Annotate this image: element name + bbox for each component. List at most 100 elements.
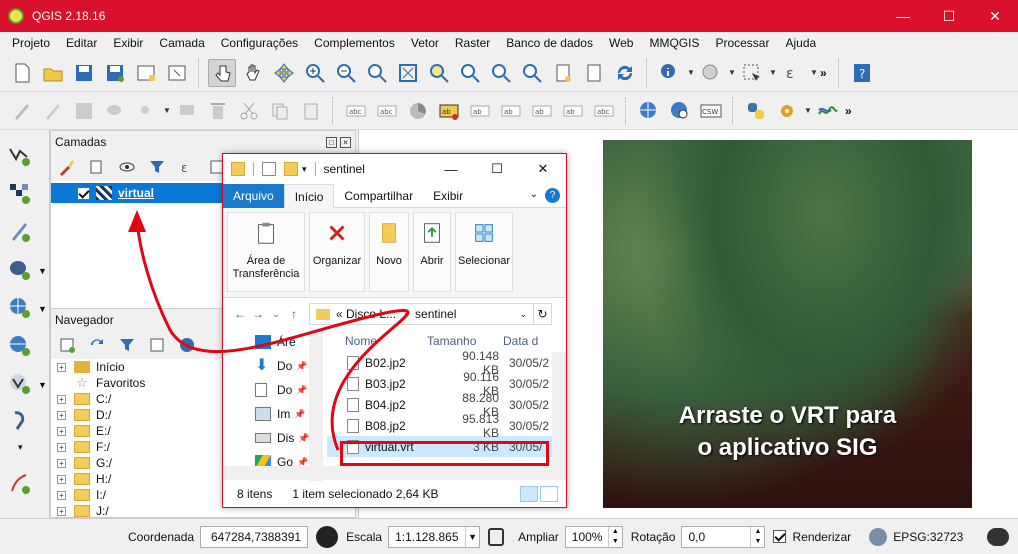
- touch-pan-icon[interactable]: [208, 58, 236, 87]
- refresh-icon[interactable]: ↻: [534, 303, 552, 325]
- save-edits-icon[interactable]: [70, 97, 98, 125]
- crs-status[interactable]: EPSG:32723: [893, 530, 963, 544]
- ribbon-clipboard-button[interactable]: Área de Transferência: [227, 212, 305, 292]
- new-print-composer-icon[interactable]: [132, 59, 160, 87]
- expand-icon[interactable]: +: [57, 506, 66, 516]
- python-icon[interactable]: [742, 97, 770, 125]
- save-as-icon[interactable]: [101, 59, 129, 87]
- show-bookmarks-icon[interactable]: [580, 59, 608, 87]
- add-wms-layer-icon[interactable]: [6, 294, 32, 320]
- chevron-down-icon[interactable]: ▼: [810, 68, 820, 77]
- column-date[interactable]: Data d: [503, 334, 563, 348]
- large-icons-view-icon[interactable]: [540, 486, 558, 502]
- tab-compartilhar[interactable]: Compartilhar: [334, 184, 423, 208]
- menu-configuracoes[interactable]: Configurações: [213, 36, 306, 50]
- column-name[interactable]: Nome: [327, 334, 427, 348]
- add-virtual-layer-icon[interactable]: [6, 370, 32, 396]
- chevron-down-icon[interactable]: ▼: [38, 380, 47, 390]
- wcs-globe-icon[interactable]: [666, 97, 694, 125]
- menu-projeto[interactable]: Projeto: [4, 36, 58, 50]
- new-folder-icon[interactable]: [284, 162, 298, 176]
- zoom-to-selection-icon[interactable]: [425, 59, 453, 87]
- add-raster-layer-icon[interactable]: [6, 180, 32, 206]
- breadcrumb-disk[interactable]: « Disco L...: [336, 307, 396, 321]
- ribbon-collapse-icon[interactable]: ⌄: [530, 189, 538, 200]
- back-arrow-icon[interactable]: ←: [231, 307, 249, 321]
- address-dropdown-icon[interactable]: ⌄: [519, 309, 527, 320]
- zoom-full-icon[interactable]: [394, 59, 422, 87]
- nav-scrollbar[interactable]: [309, 330, 323, 482]
- minimize-button[interactable]: —: [880, 0, 926, 32]
- pan-to-selection-icon[interactable]: [270, 59, 298, 87]
- toggle-editing-icon[interactable]: [39, 97, 67, 125]
- new-bookmark-icon[interactable]: [549, 59, 577, 87]
- help-icon[interactable]: ?: [848, 59, 876, 87]
- maximize-button[interactable]: ☐: [926, 0, 972, 32]
- details-view-icon[interactable]: [520, 486, 538, 502]
- add-vector-layer-icon[interactable]: [6, 142, 32, 168]
- menu-editar[interactable]: Editar: [58, 36, 105, 50]
- add-feature-icon[interactable]: [101, 97, 129, 125]
- chevron-down-icon[interactable]: ▼: [38, 266, 47, 276]
- select-features-icon[interactable]: [738, 59, 766, 87]
- collapse-all-icon[interactable]: [145, 334, 169, 356]
- zoom-last-icon[interactable]: [487, 59, 515, 87]
- close-panel-icon[interactable]: ×: [340, 136, 351, 148]
- tab-inicio[interactable]: Início: [283, 183, 335, 208]
- chevron-down-icon[interactable]: ▼: [728, 68, 738, 77]
- horizontal-scrollbar[interactable]: [223, 466, 566, 480]
- nav-item-documents[interactable]: Do 📌: [223, 378, 322, 402]
- expand-icon[interactable]: +: [57, 442, 66, 452]
- float-panel-icon[interactable]: □: [326, 136, 337, 148]
- node-tool-icon[interactable]: [173, 97, 201, 125]
- pan-hand-icon[interactable]: [239, 59, 267, 87]
- address-bar[interactable]: « Disco L... › sentinel ⌄: [309, 303, 534, 325]
- processing-gear-icon[interactable]: [773, 97, 801, 125]
- zoom-to-layer-icon[interactable]: [456, 59, 484, 87]
- menu-complementos[interactable]: Complementos: [306, 36, 403, 50]
- move-label-icon[interactable]: ab: [528, 97, 556, 125]
- add-spatialite-icon[interactable]: [6, 408, 32, 434]
- messages-icon[interactable]: [987, 527, 1010, 546]
- zoom-out-icon[interactable]: [332, 59, 360, 87]
- more-tools-icon[interactable]: »: [820, 66, 834, 80]
- chevron-down-icon[interactable]: ▼: [769, 68, 779, 77]
- file-row[interactable]: B08.jp2 95.813 KB 30/05/2: [327, 412, 566, 440]
- change-label-icon[interactable]: abc: [590, 97, 618, 125]
- chevron-down-icon[interactable]: ▼: [687, 68, 697, 77]
- expand-icon[interactable]: +: [57, 394, 66, 404]
- add-selected-layers-icon[interactable]: [55, 334, 79, 356]
- menu-web[interactable]: Web: [601, 36, 641, 50]
- csw-icon[interactable]: CSW: [697, 97, 725, 125]
- column-size[interactable]: Tamanho: [427, 334, 503, 348]
- show-hide-label-icon[interactable]: ab: [497, 97, 525, 125]
- quick-access-chevron-icon[interactable]: ▾: [302, 164, 307, 175]
- filter-browser-icon[interactable]: [115, 334, 139, 356]
- menu-processar[interactable]: Processar: [707, 36, 777, 50]
- lock-scale-icon[interactable]: [488, 527, 505, 546]
- tab-arquivo[interactable]: Arquivo: [223, 183, 284, 208]
- delete-selected-icon[interactable]: [204, 97, 232, 125]
- properties-info-icon[interactable]: [175, 334, 199, 356]
- chevron-down-icon[interactable]: ▾: [18, 442, 23, 453]
- layer-styling-icon[interactable]: [55, 156, 79, 178]
- move-feature-icon[interactable]: [132, 97, 160, 125]
- explorer-minimize-button[interactable]: —: [428, 154, 474, 184]
- menu-vetor[interactable]: Vetor: [403, 36, 447, 50]
- menu-mmqgis[interactable]: MMQGIS: [641, 36, 707, 50]
- menu-ajuda[interactable]: Ajuda: [777, 36, 824, 50]
- expand-icon[interactable]: +: [57, 458, 66, 468]
- chevron-down-icon[interactable]: ▼: [163, 106, 173, 115]
- file-list-scrollbar[interactable]: [552, 352, 566, 480]
- ribbon-new-button[interactable]: Novo: [369, 212, 409, 292]
- wms-globe-icon[interactable]: [635, 97, 663, 125]
- up-arrow-icon[interactable]: ↑: [285, 307, 303, 321]
- explorer-maximize-button[interactable]: ☐: [474, 154, 520, 184]
- forward-arrow-icon[interactable]: →: [249, 307, 267, 321]
- new-project-icon[interactable]: [8, 59, 36, 87]
- scale-dropdown-icon[interactable]: ▼: [465, 526, 479, 547]
- measure-icon[interactable]: [697, 59, 725, 87]
- breadcrumb-sentinel[interactable]: sentinel: [415, 307, 456, 321]
- recent-locations-chevron-icon[interactable]: ⌄: [267, 309, 285, 320]
- composer-manager-icon[interactable]: [163, 59, 191, 87]
